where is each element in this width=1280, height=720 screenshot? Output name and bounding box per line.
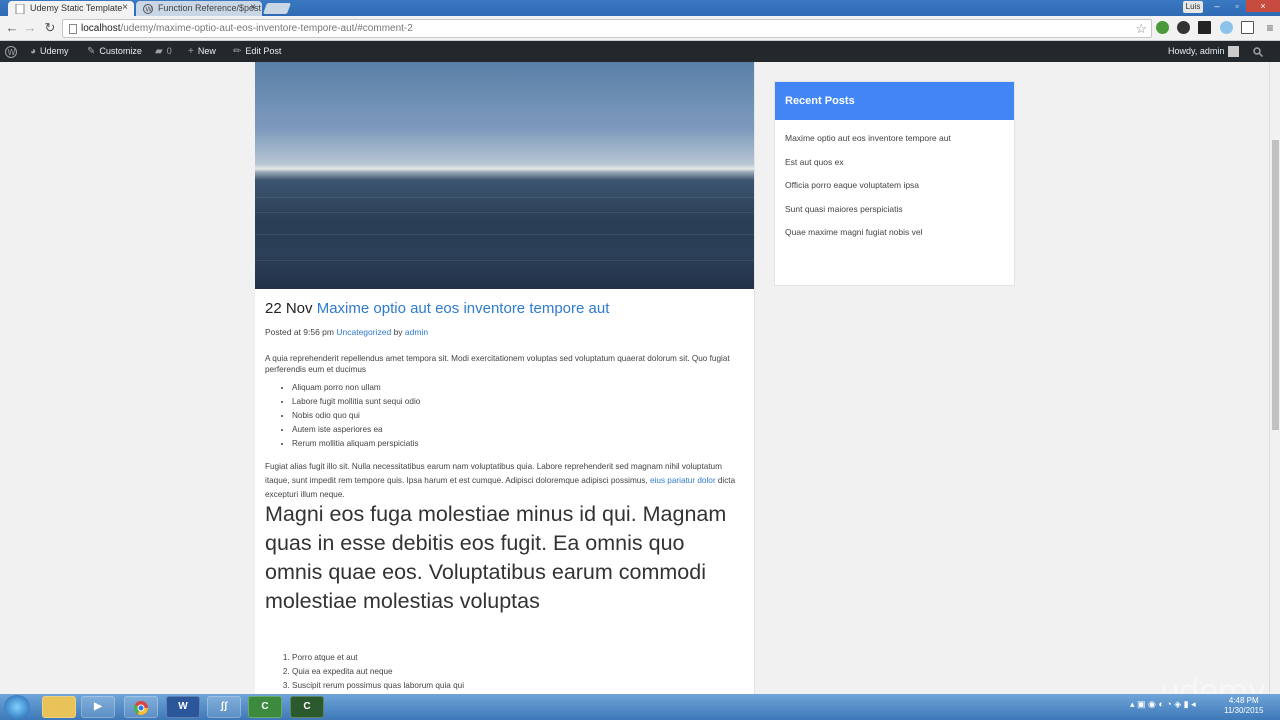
- tab-udemy-static-template[interactable]: Udemy Static Template ×: [8, 1, 134, 16]
- list-item: Suscipit rerum possimus quas laborum qui…: [292, 679, 464, 693]
- recent-post-link[interactable]: Sunt quasi maiores perspiciatis: [785, 204, 1004, 228]
- pencil-icon: ✏: [233, 46, 242, 57]
- featured-image: [255, 62, 754, 289]
- minimize-button[interactable]: –: [1206, 0, 1228, 12]
- close-icon[interactable]: ×: [250, 2, 256, 13]
- clock[interactable]: 4:48 PM 11/30/2015: [1224, 696, 1263, 716]
- widget-title: Recent Posts: [775, 82, 1014, 120]
- page-icon: [69, 24, 77, 34]
- system-tray[interactable]: ▴ ▣ ◉ ◐ ◔ ◈ ▮ ◂: [1130, 699, 1196, 710]
- intro-paragraph: A quia reprehenderit repellendus amet te…: [265, 354, 730, 374]
- extension-icon[interactable]: [1177, 21, 1190, 34]
- list-item: Autem iste asperiores ea: [292, 423, 420, 437]
- search-icon[interactable]: [1253, 41, 1264, 62]
- forward-icon[interactable]: →: [22, 20, 38, 36]
- bullet-list: Aliquam porro non ullam Labore fugit mol…: [292, 381, 420, 451]
- numbered-list: Porro atque et aut Quia ea expedita aut …: [292, 651, 464, 693]
- post-title-link[interactable]: Maxime optio aut eos inventore tempore a…: [317, 300, 610, 317]
- back-icon[interactable]: ←: [4, 20, 20, 36]
- wordpress-icon: W: [143, 4, 153, 14]
- url-text: localhost/udemy/maxime-optio-aut-eos-inv…: [81, 23, 413, 34]
- address-bar[interactable]: localhost/udemy/maxime-optio-aut-eos-inv…: [62, 19, 1152, 38]
- list-item: Aliquam porro non ullam: [292, 381, 420, 395]
- tab-label: Udemy Static Template: [30, 3, 123, 13]
- recent-post-link[interactable]: Maxime optio aut eos inventore tempore a…: [785, 133, 1004, 157]
- customize-link[interactable]: ✎ Customize: [87, 41, 142, 62]
- xampp-icon[interactable]: ʃʃ: [207, 696, 241, 718]
- brush-icon: ✎: [87, 46, 96, 57]
- menu-icon[interactable]: ≡: [1262, 20, 1278, 36]
- browser-tabstrip: Udemy Static Template × W Function Refer…: [0, 0, 1280, 16]
- account-menu[interactable]: Howdy, admin: [1168, 41, 1240, 62]
- comment-icon: ▰: [155, 46, 163, 57]
- tab-function-reference[interactable]: W Function Reference/$post ×: [136, 1, 262, 16]
- close-window-button[interactable]: ×: [1246, 0, 1280, 12]
- maximize-button[interactable]: ▫: [1226, 0, 1248, 12]
- author-link[interactable]: admin: [405, 327, 428, 337]
- list-item: Rerum mollitia aliquam perspiciatis: [292, 437, 420, 451]
- close-icon[interactable]: ×: [122, 2, 128, 13]
- chrome-icon[interactable]: [124, 696, 158, 718]
- new-tab-button[interactable]: [262, 3, 292, 14]
- site-name-link[interactable]: ◕ Udemy: [30, 41, 69, 62]
- recent-posts-widget: Recent Posts Maxime optio aut eos invent…: [774, 81, 1015, 286]
- svg-text:W: W: [145, 6, 152, 14]
- wordpress-icon[interactable]: W: [5, 41, 17, 62]
- post-title: 22 Nov Maxime optio aut eos inventore te…: [265, 300, 609, 317]
- category-link[interactable]: Uncategorized: [336, 327, 391, 337]
- new-content-link[interactable]: + New: [188, 41, 216, 62]
- body-paragraph: Fugiat alias fugit illo sit. Nulla neces…: [265, 462, 736, 499]
- star-icon[interactable]: ☆: [1135, 21, 1147, 37]
- recent-post-link[interactable]: Quae maxime magni fugiat nobis vel: [785, 227, 1004, 251]
- editor-icon[interactable]: C: [248, 696, 282, 718]
- terminal-icon[interactable]: C: [290, 696, 324, 718]
- dashboard-icon: ◕: [30, 46, 37, 57]
- recent-post-link[interactable]: Est aut quos ex: [785, 157, 1004, 181]
- avatar: [1228, 46, 1240, 58]
- post-heading: Magni eos fuga molestiae minus id qui. M…: [265, 502, 727, 613]
- reload-icon[interactable]: ↻: [42, 20, 58, 36]
- scrollbar-thumb[interactable]: [1272, 140, 1279, 430]
- post-meta: Posted at 9:56 pm Uncategorized by admin: [265, 327, 429, 337]
- extension-icon[interactable]: [1156, 21, 1169, 34]
- list-item: Porro atque et aut: [292, 651, 464, 665]
- windows-taskbar: ▶ W ʃʃ C C ▴ ▣ ◉ ◐ ◔ ◈ ▮ ◂ 4:48 PM 11/30…: [0, 694, 1280, 720]
- plus-icon: +: [188, 46, 194, 57]
- list-item: Labore fugit mollitia sunt sequi odio: [292, 395, 420, 409]
- recent-post-link[interactable]: Officia porro eaque voluptatem ipsa: [785, 180, 1004, 204]
- page-icon: [15, 3, 25, 15]
- list-item: Nobis odio quo qui: [292, 409, 420, 423]
- profile-button[interactable]: Luis: [1183, 1, 1203, 13]
- extension-icon[interactable]: [1220, 21, 1233, 34]
- explorer-icon[interactable]: [42, 696, 76, 718]
- browser-toolbar: ← → ↻ localhost/udemy/maxime-optio-aut-e…: [0, 16, 1280, 41]
- cast-icon[interactable]: [1241, 21, 1254, 34]
- recent-posts-list: Maxime optio aut eos inventore tempore a…: [775, 120, 1014, 251]
- inline-link[interactable]: eius pariatur dolor: [650, 476, 716, 485]
- tab-label: Function Reference/$post: [158, 3, 262, 13]
- page-scrollbar[interactable]: [1269, 62, 1280, 694]
- media-player-icon[interactable]: ▶: [81, 696, 115, 718]
- extension-icon[interactable]: [1198, 21, 1211, 34]
- list-item: Quia ea expedita aut neque: [292, 665, 464, 679]
- post-date: 22 Nov: [265, 300, 313, 317]
- post-content: 22 Nov Maxime optio aut eos inventore te…: [255, 62, 755, 694]
- comments-link[interactable]: ▰ 0: [155, 41, 172, 62]
- svg-text:W: W: [8, 48, 16, 57]
- start-button[interactable]: [4, 695, 30, 719]
- wp-admin-bar: W ◕ Udemy ✎ Customize ▰ 0 + New ✏ Edit Post H…: [0, 41, 1280, 62]
- edit-post-link[interactable]: ✏ Edit Post: [233, 41, 281, 62]
- word-icon[interactable]: W: [166, 696, 200, 718]
